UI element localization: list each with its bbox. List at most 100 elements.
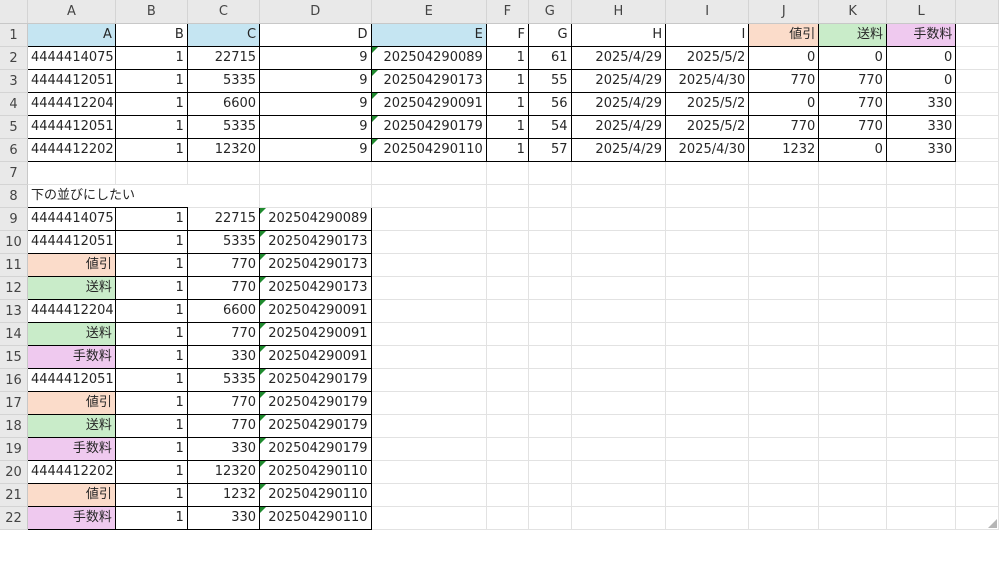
cell-c13[interactable]: 6600 bbox=[186, 299, 261, 323]
cell-i22[interactable] bbox=[665, 506, 750, 530]
cell-b19[interactable]: 1 bbox=[114, 437, 188, 461]
cell-b14[interactable]: 1 bbox=[114, 322, 188, 346]
cell-m17[interactable] bbox=[955, 391, 999, 415]
cell-e11[interactable] bbox=[371, 253, 487, 277]
cell-c18[interactable]: 770 bbox=[186, 414, 261, 438]
cell-j13[interactable] bbox=[748, 299, 820, 323]
cell-b13[interactable]: 1 bbox=[114, 299, 188, 323]
cell-e14[interactable] bbox=[371, 322, 487, 346]
cell-e18[interactable] bbox=[371, 414, 487, 438]
cell-m1[interactable] bbox=[955, 23, 999, 47]
row-header-3[interactable]: 3 bbox=[0, 69, 28, 93]
row-header-14[interactable]: 14 bbox=[0, 322, 28, 346]
cell-e19[interactable] bbox=[371, 437, 487, 461]
cell-c16[interactable]: 5335 bbox=[186, 368, 261, 392]
cell-h15[interactable] bbox=[571, 345, 667, 369]
cell-g12[interactable] bbox=[528, 276, 572, 300]
cell-c7[interactable] bbox=[187, 161, 261, 185]
cell-f15[interactable] bbox=[486, 345, 529, 369]
cell-m2[interactable] bbox=[955, 46, 999, 70]
row-header-9[interactable]: 9 bbox=[0, 207, 28, 231]
cell-d3[interactable]: 9 bbox=[259, 69, 372, 93]
cell-f2[interactable]: 1 bbox=[485, 46, 529, 70]
row-header-22[interactable]: 22 bbox=[0, 506, 28, 530]
cell-l19[interactable] bbox=[886, 437, 957, 461]
cell-k4[interactable]: 770 bbox=[818, 92, 887, 116]
cell-m6[interactable] bbox=[955, 138, 999, 162]
cell-g9[interactable] bbox=[528, 207, 572, 231]
cell-b10[interactable]: 1 bbox=[114, 230, 188, 254]
cell-i20[interactable] bbox=[665, 460, 750, 484]
cell-i21[interactable] bbox=[665, 483, 750, 507]
column-header-g[interactable]: G bbox=[528, 0, 572, 24]
row-header-15[interactable]: 15 bbox=[0, 345, 28, 369]
cell-b4[interactable]: 1 bbox=[114, 92, 188, 116]
cell-l15[interactable] bbox=[886, 345, 957, 369]
cell-g11[interactable] bbox=[528, 253, 572, 277]
cell-d10[interactable]: 202504290173 bbox=[259, 230, 372, 254]
cell-f13[interactable] bbox=[486, 299, 529, 323]
cell-b2[interactable]: 1 bbox=[114, 46, 188, 70]
cell-c1[interactable]: C bbox=[186, 23, 261, 47]
column-header-d[interactable]: D bbox=[259, 0, 372, 24]
cell-a15[interactable]: 手数料 bbox=[26, 345, 116, 369]
cell-a22[interactable]: 手数料 bbox=[26, 506, 116, 530]
cell-b17[interactable]: 1 bbox=[114, 391, 188, 415]
cell-d12[interactable]: 202504290173 bbox=[259, 276, 372, 300]
cell-d17[interactable]: 202504290179 bbox=[259, 391, 372, 415]
cell-f1[interactable]: F bbox=[485, 23, 529, 47]
row-header-21[interactable]: 21 bbox=[0, 483, 28, 507]
cell-j9[interactable] bbox=[748, 207, 820, 231]
cell-i5[interactable]: 2025/5/2 bbox=[665, 115, 750, 139]
cell-k6[interactable]: 0 bbox=[818, 138, 887, 162]
cell-g2[interactable]: 61 bbox=[527, 46, 572, 70]
cell-k17[interactable] bbox=[818, 391, 887, 415]
cell-m10[interactable] bbox=[955, 230, 999, 254]
cell-k15[interactable] bbox=[818, 345, 887, 369]
select-all-corner[interactable] bbox=[0, 0, 997, 528]
cell-j6[interactable]: 1232 bbox=[748, 138, 820, 162]
cell-j3[interactable]: 770 bbox=[748, 69, 820, 93]
cell-f14[interactable] bbox=[486, 322, 529, 346]
cell-d22[interactable]: 202504290110 bbox=[259, 506, 372, 530]
cell-c20[interactable]: 12320 bbox=[186, 460, 261, 484]
cell-c8[interactable] bbox=[187, 184, 261, 208]
cell-f6[interactable]: 1 bbox=[485, 138, 529, 162]
cell-h4[interactable]: 2025/4/29 bbox=[570, 92, 667, 116]
cell-b5[interactable]: 1 bbox=[114, 115, 188, 139]
cell-a16[interactable]: 4444412051 bbox=[26, 368, 116, 392]
cell-m8[interactable] bbox=[955, 184, 999, 208]
cell-f4[interactable]: 1 bbox=[485, 92, 529, 116]
cell-l3[interactable]: 0 bbox=[885, 69, 957, 93]
cell-d6[interactable]: 9 bbox=[259, 138, 372, 162]
cell-e4[interactable]: 202504290091 bbox=[370, 92, 487, 116]
cell-m7[interactable] bbox=[955, 161, 999, 185]
cell-h10[interactable] bbox=[571, 230, 667, 254]
cell-j4[interactable]: 0 bbox=[748, 92, 820, 116]
cell-b1[interactable]: B bbox=[114, 23, 188, 47]
cell-d19[interactable]: 202504290179 bbox=[259, 437, 372, 461]
cell-h22[interactable] bbox=[571, 506, 667, 530]
cell-i9[interactable] bbox=[665, 207, 750, 231]
cell-b16[interactable]: 1 bbox=[114, 368, 188, 392]
cell-l5[interactable]: 330 bbox=[885, 115, 957, 139]
column-header-a[interactable]: A bbox=[27, 0, 116, 24]
cell-k8[interactable] bbox=[818, 184, 887, 208]
cell-a8-note[interactable]: 下の並びにしたい bbox=[27, 184, 188, 208]
cell-i7[interactable] bbox=[665, 161, 750, 185]
cell-i15[interactable] bbox=[665, 345, 750, 369]
cell-h2[interactable]: 2025/4/29 bbox=[570, 46, 667, 70]
row-header-2[interactable]: 2 bbox=[0, 46, 28, 70]
cell-k19[interactable] bbox=[818, 437, 887, 461]
cell-b15[interactable]: 1 bbox=[114, 345, 188, 369]
cell-a9[interactable]: 4444414075 bbox=[26, 207, 116, 231]
cell-m16[interactable] bbox=[955, 368, 999, 392]
cell-d13[interactable]: 202504290091 bbox=[259, 299, 372, 323]
cell-b9[interactable]: 1 bbox=[114, 207, 188, 231]
cell-b18[interactable]: 1 bbox=[114, 414, 188, 438]
column-header-k[interactable]: K bbox=[818, 0, 887, 24]
cell-h19[interactable] bbox=[571, 437, 667, 461]
cell-i4[interactable]: 2025/5/2 bbox=[665, 92, 750, 116]
cell-h20[interactable] bbox=[571, 460, 667, 484]
cell-e15[interactable] bbox=[371, 345, 487, 369]
